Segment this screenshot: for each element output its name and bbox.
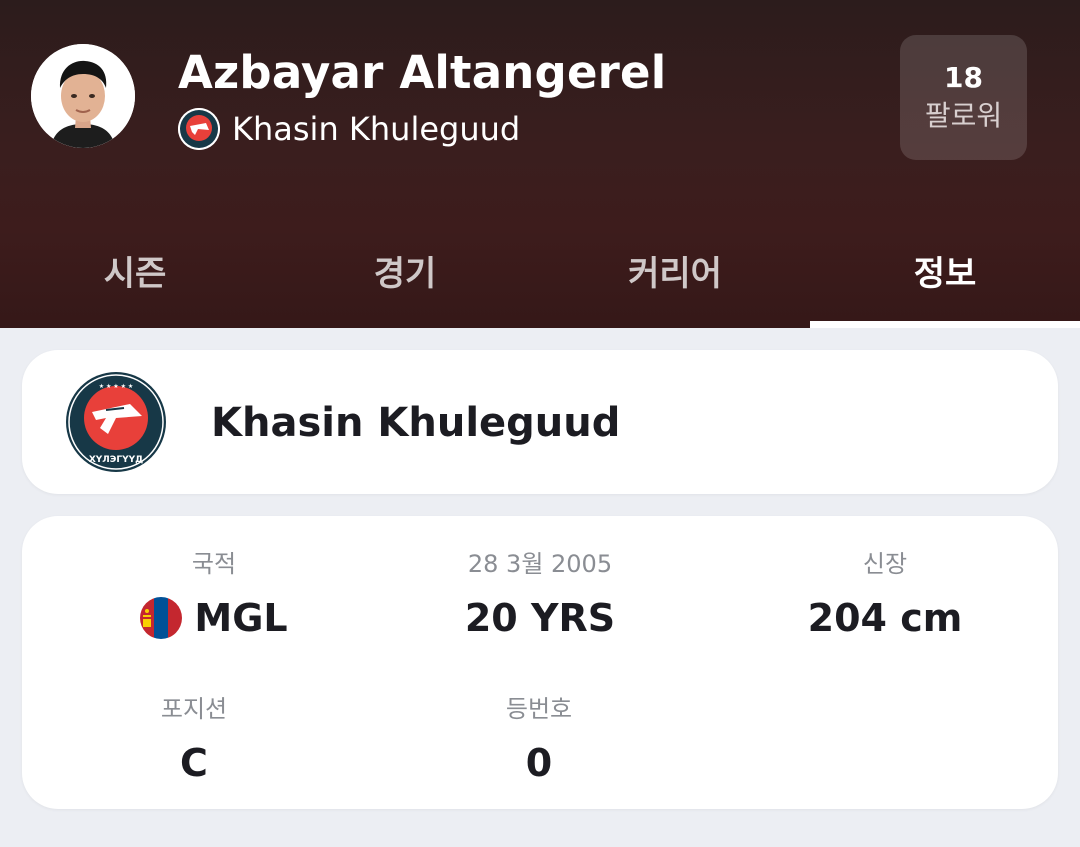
tab-career[interactable]: 커리어 [540, 226, 810, 328]
tab-matches[interactable]: 경기 [270, 226, 540, 328]
nationality-label: 국적 [191, 550, 237, 578]
number-label: 등번호 [505, 695, 573, 723]
nationality-value-row: MGL [140, 594, 288, 642]
player-team-link[interactable]: Khasin Khuleguud [178, 108, 520, 150]
team-name: Khasin Khuleguud [232, 110, 521, 148]
svg-text:★ ★ ★ ★ ★: ★ ★ ★ ★ ★ [99, 383, 134, 390]
followers-count: 18 [944, 60, 983, 94]
team-logo-icon [178, 108, 220, 150]
player-header: Azbayar Altangerel Khasin Khuleguud 18 팔… [0, 0, 1080, 328]
team-card-name: Khasin Khuleguud [211, 400, 621, 446]
followers-label: 팔로워 [924, 98, 1003, 132]
team-logo-icon: ★ ★ ★ ★ ★ ХҮЛЭГҮҮД [66, 372, 166, 472]
height-value: 204 cm [807, 596, 963, 640]
birth-date-label: 28 3월 2005 [467, 550, 613, 578]
position-value: C [180, 741, 208, 785]
height-cell: 신장 204 cm [735, 548, 1035, 642]
position-label: 포지션 [160, 695, 228, 723]
player-info-card: 국적 MGL 28 3월 2005 20 YRS 신장 204 cm 포지션 C… [22, 516, 1058, 809]
number-cell: 등번호 0 [389, 693, 689, 787]
tab-season[interactable]: 시즌 [0, 226, 270, 328]
nationality-cell: 국적 MGL [64, 548, 364, 642]
team-logo-text: ХҮЛЭГҮҮД [89, 455, 143, 465]
tab-label: 경기 [373, 254, 437, 294]
tab-bar: 시즌 경기 커리어 정보 [0, 226, 1080, 328]
number-value: 0 [525, 741, 553, 785]
nationality-value: MGL [194, 596, 288, 640]
tab-label: 시즌 [103, 254, 167, 294]
player-avatar [31, 44, 135, 148]
team-card[interactable]: ★ ★ ★ ★ ★ ХҮЛЭГҮҮД Khasin Khuleguud [22, 350, 1058, 494]
followers-button[interactable]: 18 팔로워 [900, 35, 1027, 160]
age-cell: 28 3월 2005 20 YRS [390, 548, 690, 642]
tab-label: 정보 [913, 254, 977, 294]
height-label: 신장 [862, 550, 908, 578]
mongolia-flag-icon [140, 597, 183, 639]
tab-label: 커리어 [628, 254, 722, 294]
tab-info[interactable]: 정보 [810, 226, 1080, 328]
player-name: Azbayar Altangerel [178, 46, 667, 99]
age-value: 20 YRS [464, 596, 616, 640]
position-cell: 포지션 C [44, 693, 344, 787]
